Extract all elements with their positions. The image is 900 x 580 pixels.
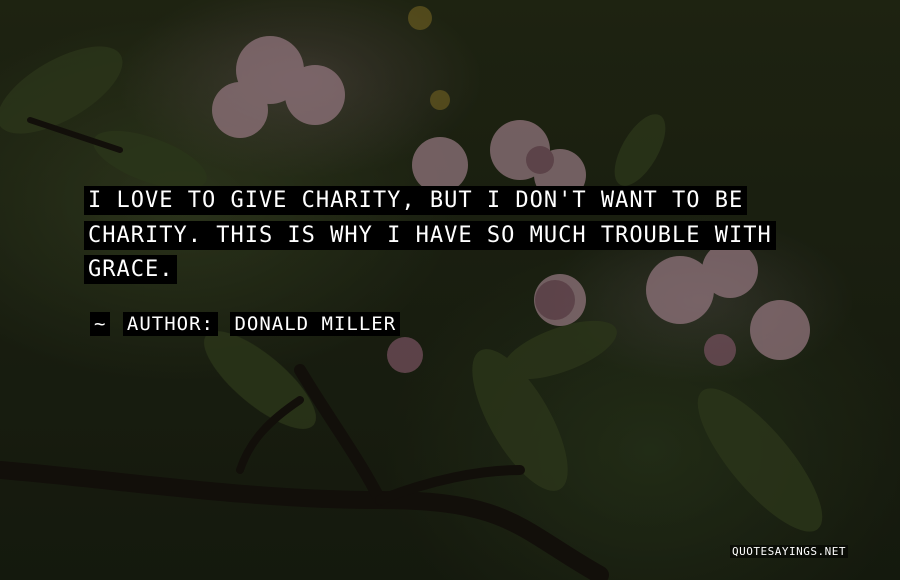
apple-blossom-branch-icon [0, 0, 900, 580]
watermark-text: QUOTESAYINGS.NET [730, 545, 848, 558]
attribution-label: AUTHOR: [122, 312, 218, 336]
attribution-line: ~ AUTHOR: DONALD MILLER [90, 310, 401, 338]
quote-text: I LOVE TO GIVE CHARITY, BUT I DON'T WANT… [84, 186, 776, 284]
attribution-prefix: ~ [90, 312, 111, 336]
quote-image: I LOVE TO GIVE CHARITY, BUT I DON'T WANT… [0, 0, 900, 580]
author-name: DONALD MILLER [230, 312, 401, 336]
quote-text-block: I LOVE TO GIVE CHARITY, BUT I DON'T WANT… [84, 184, 844, 288]
